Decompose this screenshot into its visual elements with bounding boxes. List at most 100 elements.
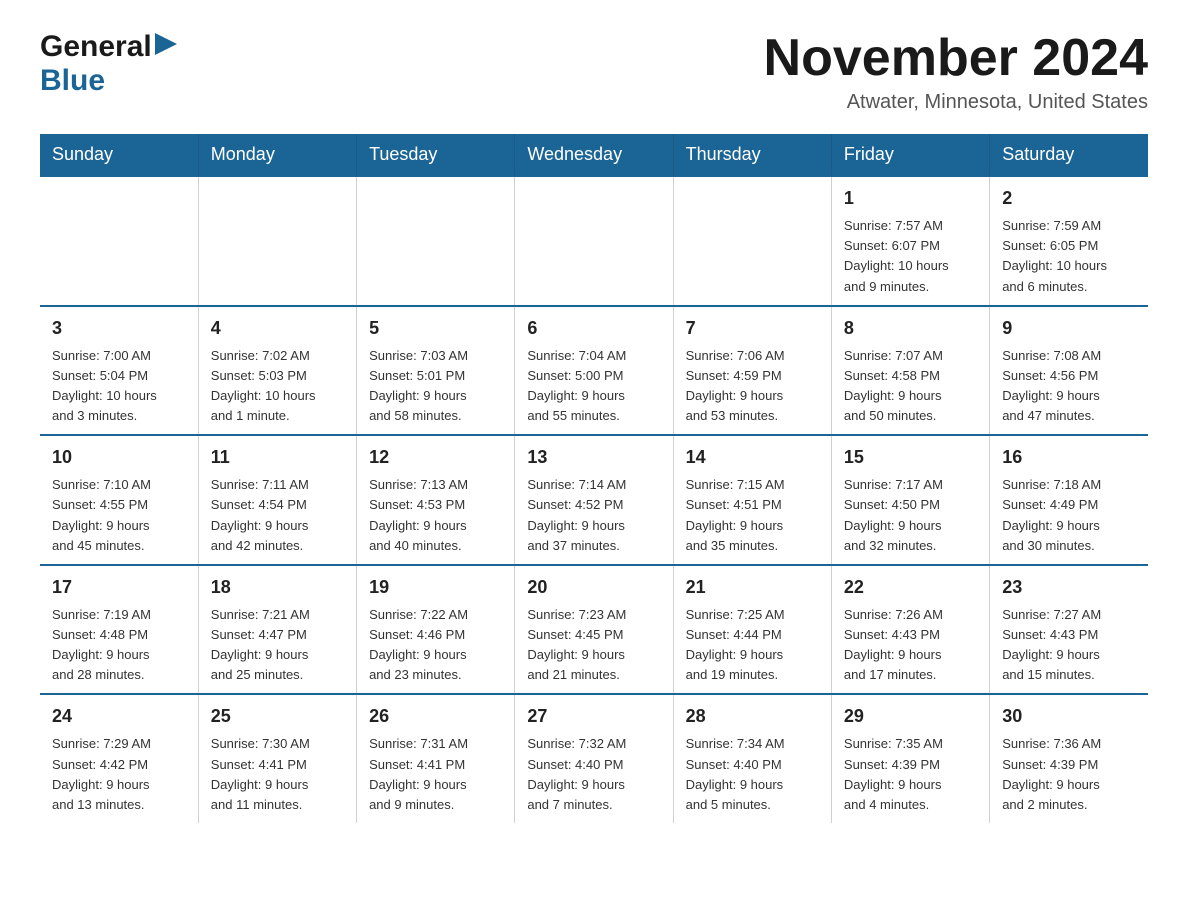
calendar-cell: 6Sunrise: 7:04 AM Sunset: 5:00 PM Daylig…	[515, 306, 673, 436]
day-info: Sunrise: 7:15 AM Sunset: 4:51 PM Dayligh…	[686, 475, 819, 556]
day-number: 3	[52, 315, 186, 342]
title-section: November 2024 Atwater, Minnesota, United…	[764, 30, 1148, 114]
day-info: Sunrise: 7:34 AM Sunset: 4:40 PM Dayligh…	[686, 734, 819, 815]
day-number: 17	[52, 574, 186, 601]
day-number: 21	[686, 574, 819, 601]
day-info: Sunrise: 7:57 AM Sunset: 6:07 PM Dayligh…	[844, 216, 977, 297]
logo-triangle-icon	[155, 33, 177, 55]
day-info: Sunrise: 7:59 AM Sunset: 6:05 PM Dayligh…	[1002, 216, 1136, 297]
calendar-cell	[673, 176, 831, 306]
calendar-cell: 24Sunrise: 7:29 AM Sunset: 4:42 PM Dayli…	[40, 694, 198, 823]
calendar-cell: 7Sunrise: 7:06 AM Sunset: 4:59 PM Daylig…	[673, 306, 831, 436]
calendar-cell	[198, 176, 356, 306]
day-info: Sunrise: 7:23 AM Sunset: 4:45 PM Dayligh…	[527, 605, 660, 686]
day-info: Sunrise: 7:10 AM Sunset: 4:55 PM Dayligh…	[52, 475, 186, 556]
day-number: 8	[844, 315, 977, 342]
calendar-cell: 8Sunrise: 7:07 AM Sunset: 4:58 PM Daylig…	[831, 306, 989, 436]
day-info: Sunrise: 7:18 AM Sunset: 4:49 PM Dayligh…	[1002, 475, 1136, 556]
calendar-cell: 3 Sunrise: 7:00 AM Sunset: 5:04 PM Daylig…	[40, 306, 198, 436]
day-number: 16	[1002, 444, 1136, 471]
weekday-header-friday: Friday	[831, 134, 989, 176]
weekday-header-monday: Monday	[198, 134, 356, 176]
day-info: Sunrise: 7:31 AM Sunset: 4:41 PM Dayligh…	[369, 734, 502, 815]
day-info: Sunrise: 7:08 AM Sunset: 4:56 PM Dayligh…	[1002, 346, 1136, 427]
day-number: 4	[211, 315, 344, 342]
weekday-header-wednesday: Wednesday	[515, 134, 673, 176]
day-number: 15	[844, 444, 977, 471]
day-info: Sunrise: 7:13 AM Sunset: 4:53 PM Dayligh…	[369, 475, 502, 556]
day-number: 18	[211, 574, 344, 601]
day-number: 14	[686, 444, 819, 471]
day-info: Sunrise: 7:35 AM Sunset: 4:39 PM Dayligh…	[844, 734, 977, 815]
day-info: Sunrise: 7:14 AM Sunset: 4:52 PM Dayligh…	[527, 475, 660, 556]
day-info: Sunrise: 7:17 AM Sunset: 4:50 PM Dayligh…	[844, 475, 977, 556]
logo: General Blue	[40, 30, 177, 98]
day-info: Sunrise: 7:02 AM Sunset: 5:03 PM Dayligh…	[211, 346, 344, 427]
day-number: 22	[844, 574, 977, 601]
calendar-week-row: 1 Sunrise: 7:57 AM Sunset: 6:07 PM Daylig…	[40, 176, 1148, 306]
calendar-cell: 12 Sunrise: 7:13 AM Sunset: 4:53 PM Dayli…	[357, 435, 515, 565]
weekday-header-row: SundayMondayTuesdayWednesdayThursdayFrid…	[40, 134, 1148, 176]
logo-blue-text: Blue	[40, 64, 105, 98]
calendar-cell: 11Sunrise: 7:11 AM Sunset: 4:54 PM Dayli…	[198, 435, 356, 565]
calendar-cell: 17 Sunrise: 7:19 AM Sunset: 4:48 PM Dayli…	[40, 565, 198, 695]
day-number: 13	[527, 444, 660, 471]
day-number: 9	[1002, 315, 1136, 342]
calendar-cell: 13 Sunrise: 7:14 AM Sunset: 4:52 PM Dayli…	[515, 435, 673, 565]
day-number: 24	[52, 703, 186, 730]
page-header: General Blue November 2024 Atwater, Minn…	[40, 30, 1148, 114]
calendar-cell: 1 Sunrise: 7:57 AM Sunset: 6:07 PM Daylig…	[831, 176, 989, 306]
day-info: Sunrise: 7:22 AM Sunset: 4:46 PM Dayligh…	[369, 605, 502, 686]
day-number: 1	[844, 185, 977, 212]
day-info: Sunrise: 7:30 AM Sunset: 4:41 PM Dayligh…	[211, 734, 344, 815]
calendar-table: SundayMondayTuesdayWednesdayThursdayFrid…	[40, 134, 1148, 823]
day-info: Sunrise: 7:26 AM Sunset: 4:43 PM Dayligh…	[844, 605, 977, 686]
calendar-week-row: 10 Sunrise: 7:10 AM Sunset: 4:55 PM Dayli…	[40, 435, 1148, 565]
calendar-cell: 14 Sunrise: 7:15 AM Sunset: 4:51 PM Dayli…	[673, 435, 831, 565]
day-info: Sunrise: 7:25 AM Sunset: 4:44 PM Dayligh…	[686, 605, 819, 686]
day-info: Sunrise: 7:19 AM Sunset: 4:48 PM Dayligh…	[52, 605, 186, 686]
calendar-cell: 18Sunrise: 7:21 AM Sunset: 4:47 PM Dayli…	[198, 565, 356, 695]
calendar-cell: 27Sunrise: 7:32 AM Sunset: 4:40 PM Dayli…	[515, 694, 673, 823]
calendar-week-row: 24Sunrise: 7:29 AM Sunset: 4:42 PM Dayli…	[40, 694, 1148, 823]
calendar-cell: 25 Sunrise: 7:30 AM Sunset: 4:41 PM Dayli…	[198, 694, 356, 823]
day-number: 2	[1002, 185, 1136, 212]
day-number: 11	[211, 444, 344, 471]
day-number: 19	[369, 574, 502, 601]
weekday-header-saturday: Saturday	[990, 134, 1148, 176]
weekday-header-sunday: Sunday	[40, 134, 198, 176]
calendar-week-row: 17 Sunrise: 7:19 AM Sunset: 4:48 PM Dayli…	[40, 565, 1148, 695]
calendar-cell: 5 Sunrise: 7:03 AM Sunset: 5:01 PM Daylig…	[357, 306, 515, 436]
month-title: November 2024	[764, 30, 1148, 87]
calendar-cell: 29Sunrise: 7:35 AM Sunset: 4:39 PM Dayli…	[831, 694, 989, 823]
day-info: Sunrise: 7:06 AM Sunset: 4:59 PM Dayligh…	[686, 346, 819, 427]
calendar-cell	[40, 176, 198, 306]
calendar-cell: 21 Sunrise: 7:25 AM Sunset: 4:44 PM Dayli…	[673, 565, 831, 695]
calendar-cell	[357, 176, 515, 306]
day-number: 30	[1002, 703, 1136, 730]
day-info: Sunrise: 7:36 AM Sunset: 4:39 PM Dayligh…	[1002, 734, 1136, 815]
calendar-cell: 15 Sunrise: 7:17 AM Sunset: 4:50 PM Dayli…	[831, 435, 989, 565]
day-number: 5	[369, 315, 502, 342]
calendar-cell: 20 Sunrise: 7:23 AM Sunset: 4:45 PM Dayli…	[515, 565, 673, 695]
calendar-cell: 4 Sunrise: 7:02 AM Sunset: 5:03 PM Daylig…	[198, 306, 356, 436]
day-number: 28	[686, 703, 819, 730]
day-number: 12	[369, 444, 502, 471]
day-info: Sunrise: 7:32 AM Sunset: 4:40 PM Dayligh…	[527, 734, 660, 815]
logo-general-text: General	[40, 30, 152, 64]
calendar-cell: 22 Sunrise: 7:26 AM Sunset: 4:43 PM Dayli…	[831, 565, 989, 695]
day-number: 10	[52, 444, 186, 471]
day-number: 20	[527, 574, 660, 601]
weekday-header-tuesday: Tuesday	[357, 134, 515, 176]
calendar-header: SundayMondayTuesdayWednesdayThursdayFrid…	[40, 134, 1148, 176]
day-number: 26	[369, 703, 502, 730]
day-info: Sunrise: 7:03 AM Sunset: 5:01 PM Dayligh…	[369, 346, 502, 427]
day-number: 25	[211, 703, 344, 730]
day-number: 23	[1002, 574, 1136, 601]
calendar-cell: 9 Sunrise: 7:08 AM Sunset: 4:56 PM Daylig…	[990, 306, 1148, 436]
weekday-header-thursday: Thursday	[673, 134, 831, 176]
calendar-cell: 16 Sunrise: 7:18 AM Sunset: 4:49 PM Dayli…	[990, 435, 1148, 565]
day-info: Sunrise: 7:00 AM Sunset: 5:04 PM Dayligh…	[52, 346, 186, 427]
calendar-body: 1 Sunrise: 7:57 AM Sunset: 6:07 PM Daylig…	[40, 176, 1148, 823]
day-number: 6	[527, 315, 660, 342]
